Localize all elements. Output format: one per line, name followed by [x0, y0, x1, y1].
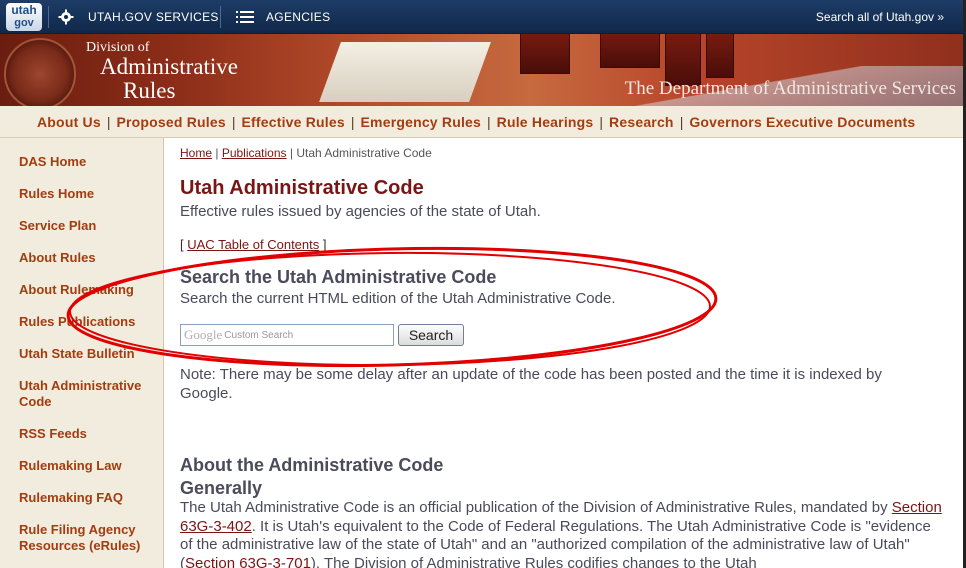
toc-bracket-close: ] [322, 237, 327, 252]
utah-gov-services-menu[interactable]: UTAH.GOV SERVICES [58, 0, 219, 34]
agencies-label: AGENCIES [266, 10, 331, 24]
main-nav: About Us | Proposed Rules | Effective Ru… [0, 106, 966, 138]
state-seal-image [4, 38, 76, 106]
about-paragraph: The Utah Administrative Code is an offic… [180, 499, 945, 568]
search-button[interactable]: Search [398, 324, 464, 346]
sidebar-item-rules-home[interactable]: Rules Home [19, 186, 159, 202]
breadcrumb-current: Utah Administrative Code [296, 146, 432, 160]
nav-emergency-rules[interactable]: Emergency Rules [361, 114, 482, 130]
nav-separator: | [487, 113, 491, 130]
agencies-menu[interactable]: AGENCIES [236, 0, 330, 34]
sidebar-item-rulemaking-faq[interactable]: Rulemaking FAQ [19, 490, 159, 506]
search-heading: Search the Utah Administrative Code [180, 267, 497, 287]
sidebar-item-about-rulemaking[interactable]: About Rulemaking [19, 282, 159, 298]
breadcrumb-separator: | [215, 146, 219, 160]
sidebar: DAS Home Rules Home Service Plan About R… [0, 138, 164, 568]
list-icon [236, 11, 254, 23]
sidebar-item-rules-publications[interactable]: Rules Publications [19, 314, 159, 330]
sidebar-item-utah-state-bulletin[interactable]: Utah State Bulletin [19, 346, 159, 362]
topbar-divider [48, 6, 49, 28]
page-subtitle: Effective rules issued by agencies of th… [180, 203, 541, 220]
nav-rule-hearings[interactable]: Rule Hearings [497, 114, 594, 130]
nav-about-us[interactable]: About Us [37, 114, 101, 130]
sidebar-item-about-rules[interactable]: About Rules [19, 250, 159, 266]
nav-proposed-rules[interactable]: Proposed Rules [116, 114, 225, 130]
google-logo: Google [184, 327, 223, 342]
toc-link-wrapper: [ UAC Table of Contents ] [180, 237, 327, 252]
sidebar-item-rss-feeds[interactable]: RSS Feeds [19, 426, 159, 442]
uac-table-of-contents-link[interactable]: UAC Table of Contents [187, 237, 319, 252]
sidebar-item-utah-administrative-code[interactable]: Utah Administrative Code [19, 378, 159, 410]
search-utah-gov-link[interactable]: Search all of Utah.gov » [816, 0, 944, 34]
sidebar-item-das-home[interactable]: DAS Home [19, 154, 159, 170]
toc-bracket-open: [ [180, 237, 184, 252]
nav-separator: | [679, 113, 684, 130]
book-image [520, 34, 570, 74]
header-banner: Division of Administrative Rules The Dep… [0, 34, 966, 106]
indexing-note: Note: There may be some delay after an u… [180, 366, 882, 402]
logo-text-bottom: gov [14, 17, 34, 29]
page-title: Utah Administrative Code [180, 177, 424, 199]
search-utah-gov-label: Search all of Utah.gov » [815, 10, 944, 24]
utah-gov-logo[interactable]: utah gov [6, 3, 42, 31]
section-63g-3-701-link[interactable]: Section 63G-3-701 [185, 555, 311, 568]
nav-separator: | [599, 113, 604, 130]
breadcrumb: Home | Publications | Utah Administrativ… [180, 146, 432, 160]
administrative-text: Administrative [100, 54, 238, 79]
sidebar-item-rule-filing-agency-resources[interactable]: Rule Filing Agency Resources (eRules) [19, 522, 159, 554]
nav-separator: | [106, 113, 111, 130]
nav-governors-executive-documents[interactable]: Governors Executive Documents [689, 114, 915, 130]
paragraph-text: The Utah Administrative Code is an offic… [180, 499, 888, 516]
nav-separator: | [350, 113, 355, 130]
gear-icon [58, 9, 74, 25]
open-book-image [319, 42, 491, 102]
search-description: Search the current HTML edition of the U… [180, 290, 616, 307]
nav-research[interactable]: Research [609, 114, 674, 130]
nav-separator: | [231, 113, 236, 130]
rules-text: Rules [123, 78, 176, 103]
breadcrumb-home-link[interactable]: Home [180, 146, 212, 160]
logo-text-top: utah [11, 3, 37, 17]
topbar-divider [220, 6, 221, 28]
generally-heading: Generally [180, 478, 263, 498]
utah-gov-topbar: utah gov UTAH.GOV SERVICES AGENCIES Sear… [0, 0, 966, 34]
breadcrumb-publications-link[interactable]: Publications [222, 146, 287, 160]
paragraph-text: ). The Division of Administrative Rules … [310, 554, 757, 568]
breadcrumb-separator: | [289, 146, 294, 160]
about-heading: About the Administrative Code [180, 455, 444, 475]
services-label: UTAH.GOV SERVICES [88, 10, 219, 24]
sidebar-item-service-plan[interactable]: Service Plan [19, 218, 159, 234]
search-placeholder: Custom Search [224, 329, 294, 341]
search-input[interactable]: Google Custom Search [180, 324, 394, 346]
book-image [600, 34, 660, 68]
sidebar-item-rulemaking-law[interactable]: Rulemaking Law [19, 458, 159, 474]
department-name: The Department of Administrative Service… [624, 78, 956, 99]
nav-effective-rules[interactable]: Effective Rules [242, 114, 345, 130]
